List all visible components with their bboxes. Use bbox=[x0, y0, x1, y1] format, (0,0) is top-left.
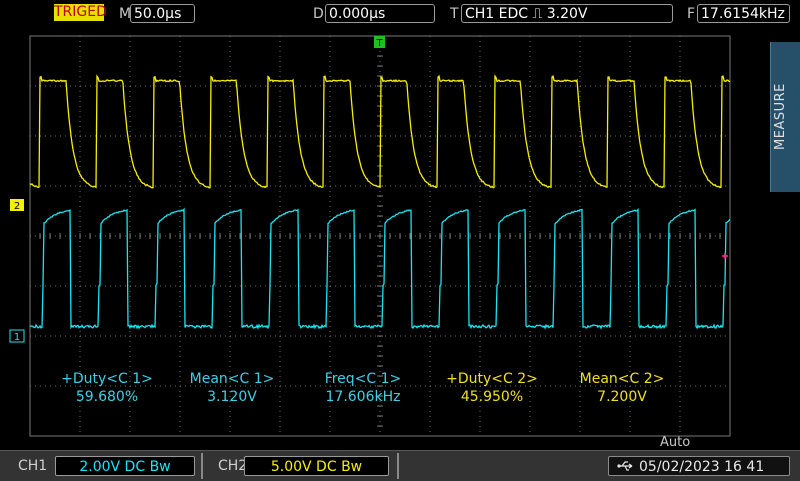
divider bbox=[397, 453, 399, 479]
measurement-ch2-duty: +Duty<C 2> 45.950% bbox=[437, 371, 547, 405]
measurement-value: 45.950% bbox=[437, 389, 547, 405]
measurement-ch1-mean: Mean<C 1> 3.120V bbox=[177, 371, 287, 405]
delay-field[interactable]: 0.000µs bbox=[325, 4, 435, 23]
ch1-setting-field[interactable]: 2.00V DC Bw bbox=[55, 456, 195, 476]
measurement-value: 7.200V bbox=[567, 389, 677, 405]
measure-menu-label: MEASURE bbox=[773, 42, 799, 192]
trigger-setting-field[interactable]: CH1 EDC ⎍ 3.20V bbox=[461, 4, 673, 23]
measurement-title: +Duty<C 2> bbox=[437, 371, 547, 387]
measure-menu-tab[interactable]: MEASURE bbox=[770, 42, 800, 192]
timebase-field[interactable]: 50.0µs bbox=[130, 4, 195, 23]
acquire-mode-indicator: Auto bbox=[660, 435, 690, 450]
ch1-waveform-trace bbox=[30, 209, 730, 328]
ch2-setting-field[interactable]: 5.00V DC Bw bbox=[244, 456, 389, 476]
ch1-level-marker[interactable]: 1 bbox=[10, 330, 24, 343]
frequency-counter-field[interactable]: 17.6154kHz bbox=[697, 4, 790, 23]
measurement-title: Freq<C 1> bbox=[308, 371, 418, 387]
measurement-ch2-mean: Mean<C 2> 7.200V bbox=[567, 371, 677, 405]
trigger-label: T bbox=[450, 6, 459, 22]
measurement-title: Mean<C 2> bbox=[567, 371, 677, 387]
svg-text:1: 1 bbox=[14, 332, 20, 343]
usb-icon bbox=[617, 461, 635, 471]
measurement-ch1-freq: Freq<C 1> 17.606kHz bbox=[308, 371, 418, 405]
measurement-title: Mean<C 1> bbox=[177, 371, 287, 387]
ch2-waveform-trace bbox=[30, 76, 730, 188]
svg-text:T: T bbox=[375, 38, 383, 49]
top-status-bar: TRIGED M 50.0µs D 0.000µs T CH1 EDC ⎍ 3.… bbox=[0, 0, 800, 30]
svg-text:2: 2 bbox=[14, 201, 20, 212]
bottom-status-bar: CH1 2.00V DC Bw CH2 5.00V DC Bw 05/02/20… bbox=[0, 450, 800, 481]
ch1-label: CH1 bbox=[18, 458, 47, 474]
frequency-label: F bbox=[687, 6, 695, 22]
datetime-text: 05/02/2023 16 41 bbox=[639, 459, 764, 475]
measurement-value: 3.120V bbox=[177, 389, 287, 405]
measurement-value: 17.606kHz bbox=[308, 389, 418, 405]
trigger-level-marker[interactable] bbox=[722, 253, 728, 259]
trigger-status-badge: TRIGED bbox=[54, 4, 104, 21]
measurement-value: 59.680% bbox=[52, 389, 162, 405]
delay-label: D bbox=[313, 6, 324, 22]
measurement-title: +Duty<C 1> bbox=[52, 371, 162, 387]
trigger-position-marker[interactable]: T bbox=[374, 36, 385, 49]
ch2-label: CH2 bbox=[218, 458, 247, 474]
divider bbox=[201, 453, 203, 479]
measurement-ch1-duty: +Duty<C 1> 59.680% bbox=[52, 371, 162, 405]
ch2-level-marker[interactable]: 2 bbox=[10, 199, 24, 212]
datetime-display: 05/02/2023 16 41 bbox=[608, 456, 790, 476]
